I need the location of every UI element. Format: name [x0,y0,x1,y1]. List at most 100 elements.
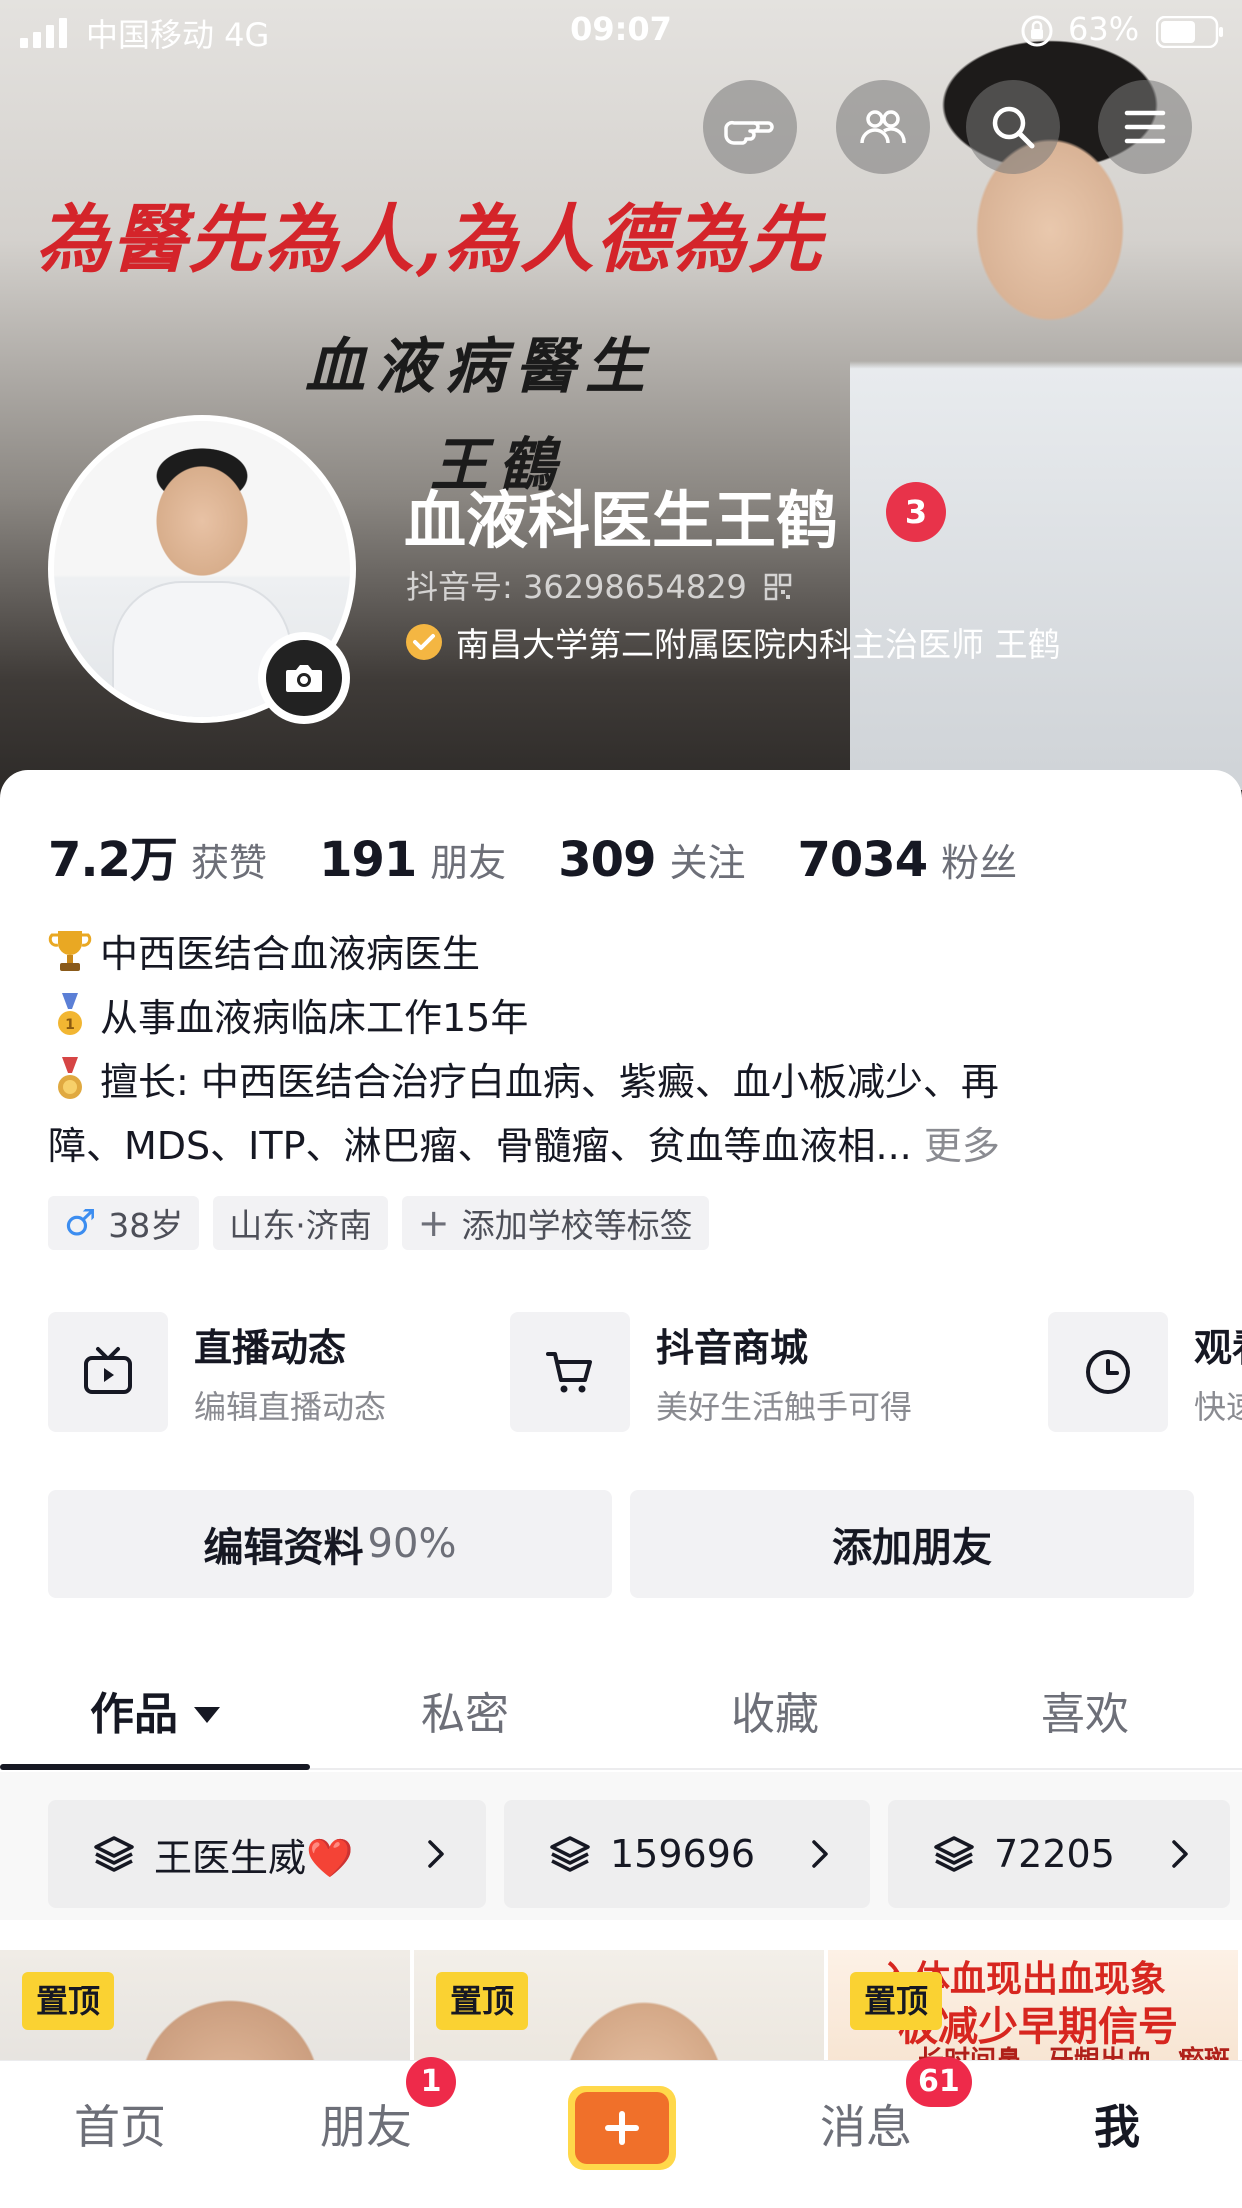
friends-button[interactable] [836,80,930,174]
content-tabs: 作品 私密 收藏 喜欢 [0,1670,1242,1770]
video-thumbnail[interactable]: 置顶 [414,1950,824,2070]
plus-icon: + [417,1201,450,1245]
bio-line-3: 擅长: 中西医结合治疗白血病、紫癜、血小板减少、再 [48,1050,1198,1114]
change-avatar-button[interactable] [258,632,350,724]
douyin-id-text: 抖音号: 36298654829 [406,568,747,606]
tags-row: ♂ 38岁 山东·济南 + 添加学校等标签 [48,1196,723,1250]
stat-following[interactable]: 309 关注 [558,832,745,888]
tag-location[interactable]: 山东·济南 [213,1196,388,1250]
bio[interactable]: 中西医结合血液病医生 1 从事血液病临床工作15年 擅长: 中西医结合治疗白血病… [48,922,1198,1178]
feature-mall-subtitle: 美好生活触手可得 [656,1387,913,1426]
search-button[interactable] [966,80,1060,174]
tab-favorites[interactable]: 收藏 [620,1670,930,1770]
tv-icon [84,1347,132,1394]
add-friends-button[interactable]: 添加朋友 [630,1490,1194,1598]
status-bar: 中国移动 4G 09:07 63% [0,0,1242,64]
gold-medal-icon: 1 [58,993,82,1035]
stat-followers[interactable]: 7034 粉丝 [798,832,1018,888]
messages-badge: 61 [906,2057,972,2107]
edit-profile-button[interactable]: 编辑资料 90% [48,1490,612,1598]
bio-line-2: 1 从事血液病临床工作15年 [48,986,1198,1050]
create-post-button[interactable] [568,2086,676,2170]
tag-age-text: 38岁 [108,1206,184,1245]
menu-button[interactable] [1098,80,1192,174]
tab-private-label: 私密 [421,1689,509,1740]
active-tab-indicator [0,1764,310,1770]
tag-add-school[interactable]: + 添加学校等标签 [401,1196,709,1250]
bio-line-4-text: 障、MDS、ITP、淋巴瘤、骨髓瘤、贫血等血液相... [48,1124,912,1168]
collections-row: 王医生威❤️ 159696 72205 [0,1772,1242,1920]
feature-history-title: 观看历史 [1194,1325,1242,1370]
layers-icon [550,1836,590,1872]
video-thumbnail[interactable]: 入体血现出血现象 板减少早期信号 长时间鼻、牙龈出血、瘀斑 置顶 [828,1950,1238,2070]
tab-private[interactable]: 私密 [310,1670,620,1770]
rotation-lock-icon [1021,15,1053,47]
battery-icon [1156,16,1223,48]
hand-pointer-icon [724,120,774,145]
nav-messages[interactable]: 消息 [820,2091,912,2157]
video-grid: 置顶 置顶 入体血现出血现象 板减少早期信号 长时间鼻、牙龈出血、瘀斑 置顶 [0,1950,1242,2070]
collection-label: 72205 [994,1832,1115,1876]
tab-favorites-label: 收藏 [731,1689,819,1740]
stat-friends[interactable]: 191 朋友 [319,832,506,888]
nav-home[interactable]: 首页 [74,2091,166,2157]
video-thumbnail[interactable]: 置顶 [0,1950,410,2070]
clock: 09:07 [570,10,672,48]
collection-item[interactable]: 72205 [888,1800,1230,1908]
layers-icon [934,1836,974,1872]
plus-icon [605,2111,639,2145]
douyin-id[interactable]: 抖音号: 36298654829 [406,562,793,608]
caret-down-icon [194,1707,220,1723]
verified-check-icon [406,624,442,660]
tab-works[interactable]: 作品 [0,1670,310,1770]
tag-location-text: 山东·济南 [229,1206,372,1245]
banner-calligraphy-line1: 為醫先為人,為人德為先 [36,197,824,283]
stat-friends-label: 朋友 [430,841,507,885]
feature-live-subtitle: 编辑直播动态 [194,1387,387,1426]
nav-me[interactable]: 我 [1094,2091,1140,2157]
chevron-right-icon [1172,1840,1188,1868]
feature-history[interactable]: 观看历史 快速找到看过的视频 [1048,1310,1242,1434]
friends-icon [860,110,906,144]
friends-badge: 1 [406,2057,456,2107]
svg-text:1: 1 [65,1017,75,1033]
feature-live[interactable]: 直播动态 编辑直播动态 [48,1310,386,1434]
tab-likes[interactable]: 喜欢 [930,1670,1240,1770]
male-icon: ♂ [64,1202,97,1244]
stats-row: 7.2万 获赞 191 朋友 309 关注 7034 粉丝 [48,820,1069,890]
edit-profile-label: 编辑资料 [203,1525,364,1571]
tag-age[interactable]: ♂ 38岁 [48,1196,200,1250]
profile-name: 血液科医生王鹤 [404,484,839,557]
stat-followers-label: 粉丝 [941,841,1018,885]
collection-item[interactable]: 159696 [504,1800,870,1908]
clock-icon [1086,1350,1130,1394]
collection-label: 王医生威❤️ [154,1835,354,1880]
bio-line-1: 中西医结合血液病医生 [48,922,1198,986]
bio-line-3-text: 擅长: 中西医结合治疗白血病、紫癜、血小板减少、再 [100,1060,999,1104]
feature-live-title: 直播动态 [194,1325,347,1370]
verification-row[interactable]: 南昌大学第二附属医院内科主治医师 王鹤 [404,618,1061,666]
qr-code-icon [764,573,792,601]
feature-mall-title: 抖音商城 [656,1325,809,1370]
collection-item[interactable]: 王医生威❤️ [48,1800,486,1908]
banner-calligraphy-line2: 血液病醫生 [305,332,655,402]
stat-friends-value: 191 [319,832,417,888]
visitors-button[interactable] [703,80,797,174]
chevron-right-icon [812,1840,828,1868]
pinned-badge: 置顶 [22,1972,115,2030]
stat-following-label: 关注 [669,841,746,885]
features-row: 直播动态 编辑直播动态 抖音商城 美好生活触手可得 观 快 [48,1310,1242,1434]
silver-medal-icon [58,1057,82,1099]
feature-mall[interactable]: 抖音商城 美好生活触手可得 [510,1310,912,1434]
tab-likes-label: 喜欢 [1041,1689,1129,1740]
search-icon [992,106,1035,149]
add-friends-label: 添加朋友 [832,1525,992,1571]
layers-icon [94,1836,134,1872]
nav-friends[interactable]: 朋友 [320,2091,412,2157]
stat-likes[interactable]: 7.2万 获赞 [48,820,267,890]
trophy-icon [48,931,92,971]
level-badge[interactable]: 3 [886,482,946,542]
pinned-badge: 置顶 [436,1972,529,2030]
bio-more-link[interactable]: 更多 [924,1124,1000,1168]
camera-icon [286,665,322,692]
